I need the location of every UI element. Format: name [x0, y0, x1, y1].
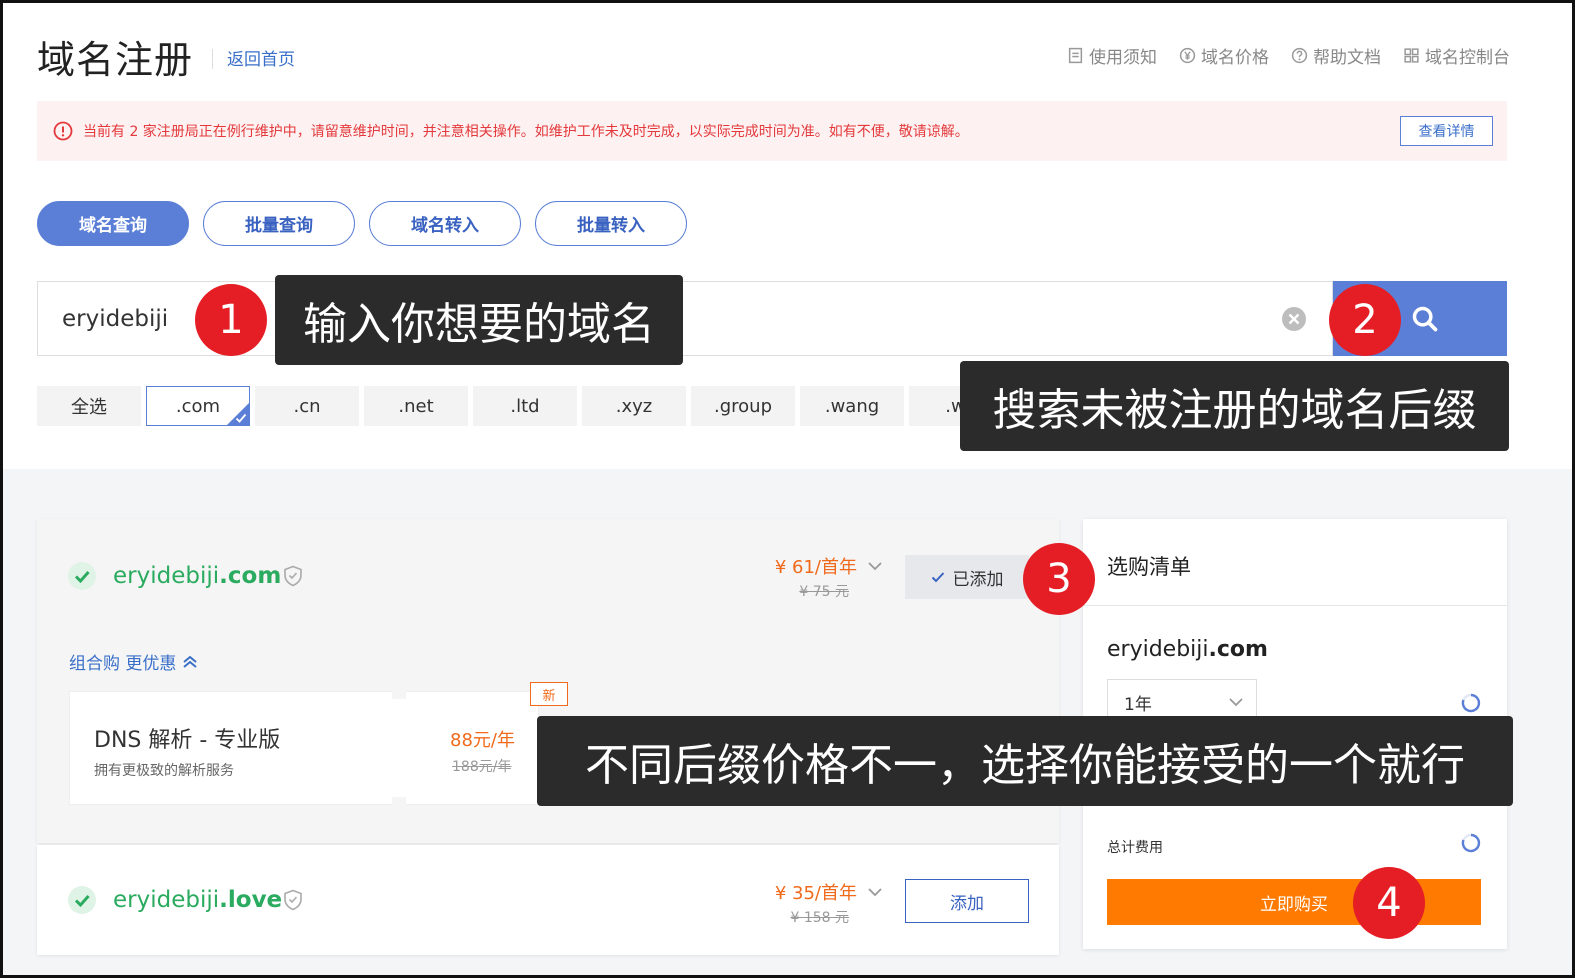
view-details-button[interactable]: 查看详情: [1400, 116, 1493, 146]
suffix-filter: 全选 .com .cn .net .ltd .xyz .group .wang …: [37, 386, 1013, 426]
suffix-label: 全选: [71, 397, 107, 418]
card-notch: [392, 797, 406, 805]
suffix-label: .wang: [824, 395, 880, 417]
suffix-label: .group: [714, 395, 772, 417]
search-tabs: 域名查询 批量查询 域名转入 批量转入: [37, 201, 687, 246]
suffix-label: .cn: [293, 395, 321, 417]
suffix-label: .net: [398, 395, 434, 417]
combo-price: 88元/年: [450, 730, 515, 751]
card-notch: [392, 691, 406, 699]
suffix-group[interactable]: .group: [691, 386, 795, 426]
shield-icon: [284, 565, 302, 587]
suffix-com[interactable]: .com: [146, 386, 250, 426]
grid-icon: [1404, 48, 1419, 63]
added-button[interactable]: 已添加: [905, 555, 1029, 599]
new-badge: 新: [530, 682, 568, 706]
annotation-step1-callout: 输入你想要的域名: [275, 275, 683, 365]
nav-domain-console[interactable]: 域名控制台: [1403, 43, 1510, 68]
period-value: 1年: [1124, 694, 1152, 715]
nav-label: 使用须知: [1089, 48, 1157, 68]
combo-product-card[interactable]: 新 DNS 解析 - 专业版 拥有更极致的解析服务 88元/年 188元/年: [69, 682, 568, 805]
suffix-cn[interactable]: .cn: [255, 386, 359, 426]
annotation-step2-callout: 搜索未被注册的域名后缀: [960, 361, 1509, 451]
combo-original-price: 188元/年: [452, 759, 512, 775]
result-domain: eryidebiji.love: [113, 887, 283, 913]
available-check-icon: [68, 562, 96, 590]
nav-label: 域名控制台: [1425, 48, 1510, 68]
tab-domain-transfer[interactable]: 域名转入: [369, 201, 521, 246]
loading-spinner-icon: [1461, 693, 1481, 713]
result-price: ¥ 35/首年: [774, 883, 857, 904]
combo-deal-link[interactable]: 组合购 更优惠: [69, 649, 198, 674]
check-icon: [931, 572, 944, 583]
page-title: 域名注册: [37, 38, 194, 82]
double-chevron-up-icon: [183, 655, 198, 668]
chevron-down-icon[interactable]: [867, 561, 883, 571]
suffix-net[interactable]: .net: [364, 386, 468, 426]
cart-domain: eryidebiji.com: [1107, 637, 1268, 662]
back-home-link[interactable]: 返回首页: [227, 45, 295, 70]
nav-label: 域名价格: [1201, 48, 1269, 68]
available-check-icon: [68, 886, 96, 914]
check-icon: [235, 413, 247, 423]
maintenance-notice: 当前有 2 家注册局正在例行维护中，请留意维护时间，并注意相关操作。如维护工作未…: [37, 101, 1507, 161]
document-icon: [1068, 47, 1083, 64]
nav-label: 帮助文档: [1313, 48, 1381, 68]
result-row-love: eryidebiji.love ¥ 35/首年 ¥ 158 元 添加: [37, 845, 1059, 955]
combo-title: DNS 解析 - 专业版: [94, 728, 281, 753]
cart-title: 选购清单: [1107, 555, 1191, 579]
nav-help-docs[interactable]: 帮助文档: [1291, 43, 1381, 68]
added-label: 已添加: [952, 569, 1004, 590]
suffix-select-all[interactable]: 全选: [37, 386, 141, 426]
divider: [1083, 605, 1507, 606]
yen-icon: [1179, 47, 1196, 64]
total-cost-label: 总计费用: [1107, 840, 1163, 856]
warning-icon: [53, 121, 73, 141]
suffix-xyz[interactable]: .xyz: [582, 386, 686, 426]
nav-usage-notes[interactable]: 使用须知: [1067, 43, 1157, 68]
suffix-label: .xyz: [615, 395, 653, 417]
chevron-down-icon: [1229, 698, 1243, 707]
suffix-ltd[interactable]: .ltd: [473, 386, 577, 426]
add-button[interactable]: 添加: [905, 879, 1029, 923]
suffix-label: .com: [175, 395, 221, 417]
shield-icon: [284, 889, 302, 911]
result-original-price: ¥ 158 元: [790, 910, 849, 926]
combo-link-text: 组合购 更优惠: [69, 654, 177, 674]
result-price: ¥ 61/首年: [774, 557, 857, 578]
annotation-step2-marker: 2: [1329, 284, 1401, 356]
result-domain: eryidebiji.com: [113, 563, 282, 589]
annotation-step1-marker: 1: [195, 284, 267, 356]
suffix-label: .ltd: [510, 395, 540, 417]
result-original-price: ¥ 75 元: [799, 584, 849, 600]
loading-spinner-icon: [1461, 833, 1481, 853]
notice-text: 当前有 2 家注册局正在例行维护中，请留意维护时间，并注意相关操作。如维护工作未…: [83, 124, 969, 140]
combo-description: 拥有更极致的解析服务: [94, 763, 234, 779]
annotation-note-callout: 不同后缀价格不一，选择你能接受的一个就行: [537, 716, 1513, 806]
annotation-step3-marker: 3: [1023, 543, 1095, 615]
annotation-step4-marker: 4: [1353, 867, 1425, 939]
suffix-wang[interactable]: .wang: [800, 386, 904, 426]
tab-domain-search[interactable]: 域名查询: [37, 201, 189, 246]
search-icon: [1412, 306, 1438, 331]
nav-domain-price[interactable]: 域名价格: [1179, 43, 1269, 68]
tab-batch-search[interactable]: 批量查询: [203, 201, 355, 246]
chevron-down-icon[interactable]: [867, 887, 883, 897]
clear-icon[interactable]: [1281, 306, 1307, 332]
help-icon: [1291, 47, 1308, 64]
top-nav: 使用须知 域名价格 帮助文档 域名控制台: [1067, 43, 1510, 68]
tab-batch-transfer[interactable]: 批量转入: [535, 201, 687, 246]
app-window: 域名注册 返回首页 使用须知 域名价格 帮助文档 域名控制台 当前有 2 家注册…: [0, 0, 1575, 978]
title-divider: [212, 49, 213, 69]
